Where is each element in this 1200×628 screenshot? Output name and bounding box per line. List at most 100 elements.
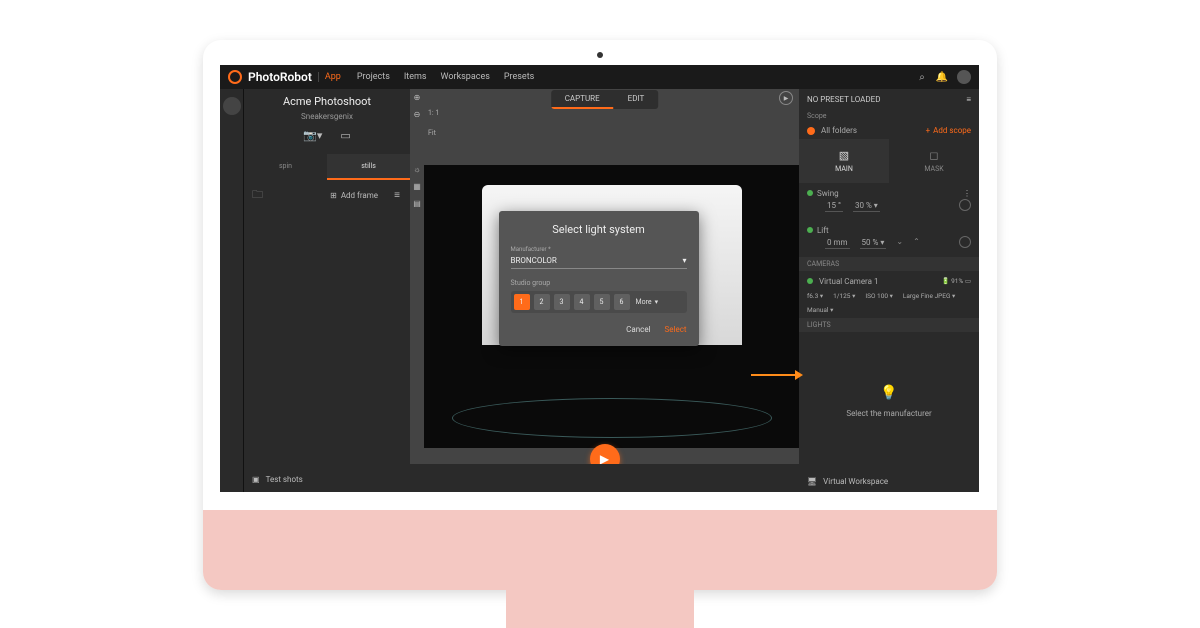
tab-stills[interactable]: stills bbox=[327, 154, 410, 180]
tab-main[interactable]: ▧ MAIN bbox=[799, 139, 889, 183]
monitor-icon: 🖥 bbox=[807, 477, 817, 486]
target-icon[interactable] bbox=[959, 236, 971, 248]
swing-label: Swing bbox=[817, 189, 839, 198]
virtual-workspace-label[interactable]: Virtual Workspace bbox=[823, 477, 888, 486]
bell-icon[interactable]: 🔔 bbox=[937, 72, 947, 82]
camera-row: Virtual Camera 1 🔋 91% ▭ bbox=[799, 271, 979, 288]
center-canvas: CAPTURE EDIT ▶ ⊕ ⊖ ☼ ▦ ▤ 1: 1 Fit ⊗ ▶ bbox=[410, 89, 799, 492]
lights-hint[interactable]: Select the manufacturer bbox=[846, 409, 931, 418]
chevron-down-icon: ▾ bbox=[682, 256, 686, 265]
studio-group-6[interactable]: 6 bbox=[614, 294, 630, 310]
dialog-actions: Cancel Select bbox=[511, 325, 687, 334]
preset-menu-icon[interactable]: ≡ bbox=[966, 95, 971, 104]
nav-presets[interactable]: Presets bbox=[504, 72, 534, 82]
topbar-right: ⌕ 🔔 bbox=[917, 70, 971, 84]
lift-percent[interactable]: 50 % ▾ bbox=[860, 237, 887, 249]
studio-group-more[interactable]: More ▾ bbox=[636, 298, 659, 306]
add-frame-icon: ⊞ bbox=[330, 191, 337, 200]
test-shots-label[interactable]: Test shots bbox=[266, 475, 303, 484]
project-thumb[interactable] bbox=[223, 97, 241, 115]
cameras-header: CAMERAS bbox=[799, 257, 979, 271]
swing-degrees[interactable]: 15 ° bbox=[825, 200, 843, 212]
add-frame-label: Add frame bbox=[341, 191, 378, 200]
left-panel: Acme Photoshoot Sneakersgenix 📷▾ ▭ spin … bbox=[244, 89, 410, 492]
folder-icon[interactable]: 🗀 bbox=[252, 186, 263, 205]
format-value[interactable]: Large Fine JPEG ▾ bbox=[903, 292, 955, 300]
app-badge[interactable]: App bbox=[318, 72, 341, 82]
frame-tabs: spin stills bbox=[244, 154, 410, 180]
preset-header: NO PRESET LOADED ≡ bbox=[799, 89, 979, 110]
ratio-status: 1: 1 bbox=[428, 109, 439, 117]
plus-icon: + bbox=[926, 126, 931, 135]
nav-workspaces[interactable]: Workspaces bbox=[441, 72, 490, 82]
tab-spin[interactable]: spin bbox=[244, 154, 327, 180]
chevron-down-icon: ▾ bbox=[655, 298, 659, 306]
layers-icon[interactable]: ▦ bbox=[413, 182, 421, 191]
studio-groups: 1 2 3 4 5 6 More ▾ bbox=[511, 291, 687, 313]
status-dot-icon bbox=[807, 227, 813, 233]
iso-value[interactable]: ISO 100 ▾ bbox=[865, 292, 893, 300]
studio-group-1[interactable]: 1 bbox=[514, 294, 530, 310]
right-footer: 🖥 Virtual Workspace bbox=[799, 471, 979, 492]
camera-dropdown-icon[interactable]: 📷▾ bbox=[303, 129, 322, 142]
image-icon: ▧ bbox=[799, 149, 889, 162]
add-scope-button[interactable]: + Add scope bbox=[926, 126, 971, 135]
grid-icon[interactable]: ▤ bbox=[413, 199, 421, 208]
mask-icon: ◻ bbox=[889, 149, 979, 162]
select-button[interactable]: Select bbox=[665, 325, 687, 334]
logo-icon bbox=[228, 70, 242, 84]
chevron-up-icon[interactable]: ⌃ bbox=[913, 237, 920, 249]
tab-mask[interactable]: ◻ MASK bbox=[889, 139, 979, 183]
mode-value[interactable]: Manual ▾ bbox=[807, 306, 833, 314]
lift-mm[interactable]: 0 mm bbox=[825, 237, 850, 249]
zoom-in-icon[interactable]: ⊕ bbox=[414, 93, 421, 102]
zoom-out-icon[interactable]: ⊖ bbox=[414, 110, 421, 119]
shutter-value[interactable]: 1/125 ▾ bbox=[833, 292, 855, 300]
search-icon[interactable]: ⌕ bbox=[917, 72, 927, 82]
chevron-down-icon[interactable]: ⌄ bbox=[896, 237, 903, 249]
topbar: PhotoRobot App Projects Items Workspaces… bbox=[220, 65, 979, 89]
nav-projects[interactable]: Projects bbox=[357, 72, 390, 82]
studio-group-4[interactable]: 4 bbox=[574, 294, 590, 310]
preset-status: NO PRESET LOADED bbox=[807, 95, 966, 104]
add-frame-button[interactable]: ⊞ Add frame bbox=[330, 191, 378, 200]
target-icon[interactable] bbox=[959, 199, 971, 211]
cancel-button[interactable]: Cancel bbox=[626, 325, 650, 334]
battery-level: 🔋 91% ▭ bbox=[941, 277, 971, 285]
center-tool-strip: ⊕ ⊖ ☼ ▦ ▤ bbox=[410, 89, 424, 492]
mode-edit[interactable]: EDIT bbox=[614, 90, 659, 109]
arrow-annotation bbox=[751, 374, 795, 376]
tab-mask-label: MASK bbox=[924, 165, 943, 173]
select-light-dialog: Select light system Manufacturer * BRONC… bbox=[499, 211, 699, 346]
add-scope-label: Add scope bbox=[933, 126, 971, 135]
lift-control: Lift 0 mm 50 % ▾ ⌄ ⌃ bbox=[799, 220, 979, 257]
center-footer bbox=[410, 464, 799, 492]
aperture-value[interactable]: f6.3 ▾ bbox=[807, 292, 823, 300]
studio-group-3[interactable]: 3 bbox=[554, 294, 570, 310]
all-folders-label[interactable]: All folders bbox=[821, 126, 857, 135]
mode-capture[interactable]: CAPTURE bbox=[551, 90, 614, 109]
preview-play-icon[interactable]: ▶ bbox=[779, 91, 793, 105]
settings-icon[interactable]: ≡ bbox=[392, 191, 402, 201]
scope-radio[interactable] bbox=[807, 127, 815, 135]
studio-group-5[interactable]: 5 bbox=[594, 294, 610, 310]
swing-percent[interactable]: 30 % ▾ bbox=[853, 200, 880, 212]
workarea: Acme Photoshoot Sneakersgenix 📷▾ ▭ spin … bbox=[220, 89, 979, 492]
photoshoot-subtitle: Sneakersgenix bbox=[252, 112, 402, 121]
light-tool-icon[interactable]: ☼ bbox=[413, 165, 420, 174]
nav-items[interactable]: Items bbox=[404, 72, 427, 82]
avatar[interactable] bbox=[957, 70, 971, 84]
photoshoot-title: Acme Photoshoot bbox=[252, 95, 402, 108]
lift-label: Lift bbox=[817, 226, 829, 235]
swing-control: Swing ⋮ 15 ° 30 % ▾ bbox=[799, 183, 979, 220]
camera-name[interactable]: Virtual Camera 1 bbox=[819, 277, 878, 286]
studio-group-2[interactable]: 2 bbox=[534, 294, 550, 310]
dialog-title: Select light system bbox=[511, 223, 687, 236]
chat-icon[interactable]: ▭ bbox=[340, 129, 350, 142]
fit-label[interactable]: Fit bbox=[428, 129, 436, 137]
scope-label: Scope bbox=[799, 110, 979, 122]
manufacturer-select[interactable]: BRONCOLOR ▾ bbox=[511, 253, 687, 269]
app-screen: PhotoRobot App Projects Items Workspaces… bbox=[220, 65, 979, 492]
glass-table bbox=[452, 398, 772, 438]
more-icon[interactable]: ⋮ bbox=[963, 189, 971, 198]
